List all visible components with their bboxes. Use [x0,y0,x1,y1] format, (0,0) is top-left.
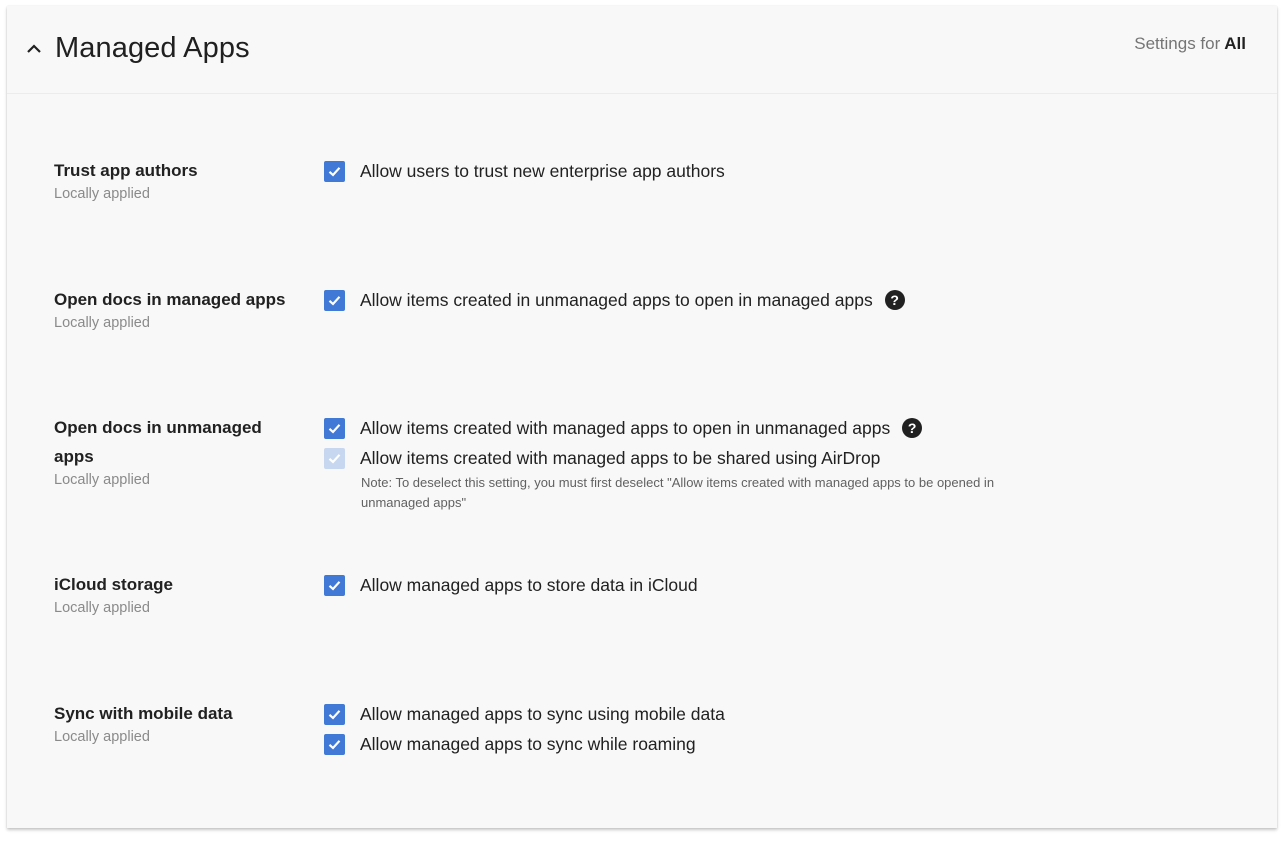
option-open-in-unmanaged[interactable]: Allow items created with managed apps to… [324,413,1051,443]
setting-title: Sync with mobile data [54,704,233,723]
setting-title: Open docs in unmanaged apps [54,418,262,466]
option-label: Allow managed apps to sync using mobile … [360,703,725,724]
setting-status: Locally applied [54,315,150,331]
option-icloud[interactable]: Allow managed apps to store data in iClo… [324,570,698,600]
setting-label: Trust app authors Locally applied [54,156,314,203]
option-sync-mobile[interactable]: Allow managed apps to sync using mobile … [324,699,725,729]
checkbox[interactable] [324,703,345,725]
setting-label: iCloud storage Locally applied [54,570,314,617]
setting-options: Allow items created with managed apps to… [324,413,1051,513]
setting-status: Locally applied [54,472,150,488]
setting-options: Allow users to trust new enterprise app … [324,156,725,186]
setting-options: Allow managed apps to store data in iClo… [324,570,698,600]
help-icon[interactable]: ? [902,418,923,438]
page-title: Managed Apps [55,32,250,64]
settings-for-value: All [1224,34,1246,53]
checkbox[interactable] [324,574,345,596]
checkbox[interactable] [324,733,345,755]
settings-for-scope[interactable]: Settings for All [1134,34,1246,54]
card-header: Managed Apps Settings for All [7,6,1277,94]
checkbox-disabled [324,447,345,469]
settings-for-label: Settings for [1134,34,1221,53]
checkbox[interactable] [324,160,345,182]
checkbox[interactable] [324,417,345,439]
option-sync-roaming[interactable]: Allow managed apps to sync while roaming [324,729,725,759]
setting-status: Locally applied [54,186,150,202]
option-trust-authors[interactable]: Allow users to trust new enterprise app … [324,156,725,186]
checkmark-icon [328,453,341,464]
checkbox[interactable] [324,289,345,311]
setting-note: Note: To deselect this setting, you must… [361,475,995,510]
setting-label: Open docs in unmanaged apps Locally appl… [54,413,294,489]
setting-label: Sync with mobile data Locally applied [54,699,314,746]
setting-options: Allow items created in unmanaged apps to… [324,285,905,315]
setting-title: Trust app authors [54,161,198,180]
option-open-in-managed[interactable]: Allow items created in unmanaged apps to… [324,285,905,315]
checkmark-icon [328,709,341,720]
checkmark-icon [328,739,341,750]
option-label: Allow users to trust new enterprise app … [360,160,725,181]
help-icon[interactable]: ? [884,290,905,310]
setting-status: Locally applied [54,600,150,616]
option-label: Allow managed apps to store data in iClo… [360,574,698,595]
option-airdrop: Allow items created with managed apps to… [324,443,1051,473]
setting-options: Allow managed apps to sync using mobile … [324,699,725,759]
option-label: Allow items created in unmanaged apps to… [360,289,873,310]
checkmark-icon [328,580,341,591]
managed-apps-card: Managed Apps Settings for All Trust app a… [7,6,1277,828]
setting-status: Locally applied [54,729,150,745]
checkmark-icon [328,166,341,177]
setting-title: iCloud storage [54,575,174,594]
collapse-button[interactable] [23,38,45,60]
option-label: Allow items created with managed apps to… [360,417,891,438]
option-label: Allow managed apps to sync while roaming [360,733,696,754]
setting-title: Open docs in managed apps [54,290,286,309]
checkmark-icon [328,423,341,434]
checkmark-icon [328,295,341,306]
chevron-up-icon [27,44,41,53]
option-label: Allow items created with managed apps to… [360,447,881,468]
setting-label: Open docs in managed apps Locally applie… [54,285,314,332]
